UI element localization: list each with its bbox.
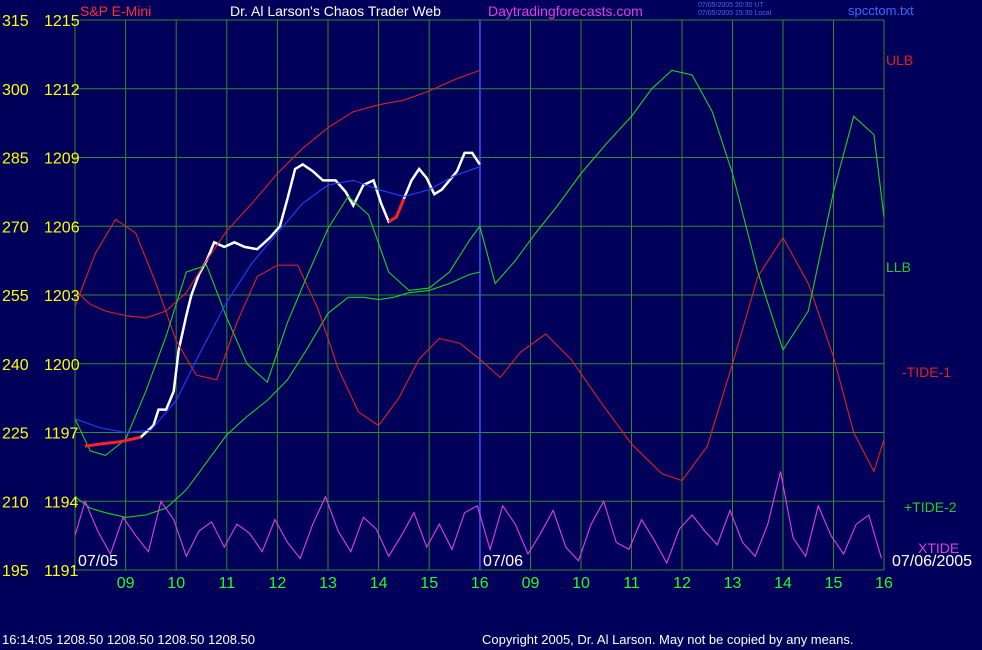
x-tick-label: 14 — [370, 575, 388, 592]
date-label: 07/05 — [78, 553, 118, 570]
legend-ulb: ULB — [886, 52, 913, 68]
x-tick-label: 16 — [875, 575, 893, 592]
legend-tide1: -TIDE-1 — [902, 364, 951, 380]
x-tick-label: 14 — [774, 575, 792, 592]
y-left-tick-label: 195 — [2, 563, 29, 580]
x-tick-label: 11 — [218, 575, 235, 592]
y-left-tick-label: 285 — [2, 151, 29, 168]
y-right-tick-label: 1200 — [44, 357, 80, 374]
y-right-tick-label: 1194 — [44, 494, 79, 511]
date-label: 07/06 — [483, 553, 523, 570]
y-left-tick-label: 255 — [2, 288, 29, 305]
y-left-tick-label: 210 — [2, 494, 29, 511]
x-tick-label: 11 — [623, 575, 640, 592]
y-right-tick-label: 1203 — [44, 288, 80, 305]
x-tick-label: 13 — [724, 575, 742, 592]
legend-xtide: XTIDE — [918, 540, 959, 556]
quote-readout: 16:14:05 1208.50 1208.50 1208.50 1208.50 — [2, 632, 256, 647]
instrument-label: S&P E-Mini — [80, 3, 152, 19]
x-tick-label: 10 — [167, 575, 185, 592]
y-right-tick-label: 1206 — [44, 219, 80, 236]
x-tick-label: 09 — [117, 575, 135, 592]
y-left-tick-label: 240 — [2, 357, 29, 374]
x-tick-label: 16 — [471, 575, 489, 592]
y-right-tick-label: 1191 — [44, 563, 79, 580]
y-right-tick-label: 1209 — [44, 151, 80, 168]
x-tick-label: 15 — [420, 575, 438, 592]
copyright: Copyright 2005, Dr. Al Larson. May not b… — [482, 632, 854, 647]
y-right-tick-label: 1197 — [44, 426, 79, 443]
data-file-label: spcctom.txt — [848, 3, 914, 18]
site-link[interactable]: Daytradingforecasts.com — [488, 3, 643, 19]
x-tick-label: 13 — [319, 575, 337, 592]
x-tick-label: 09 — [522, 575, 540, 592]
y-left-tick-label: 315 — [2, 13, 29, 30]
page-title: Dr. Al Larson's Chaos Trader Web — [230, 3, 441, 19]
legend-tide2: +TIDE-2 — [904, 499, 957, 515]
chart-canvas: 315 1215300 1212285 1209270 1206255 1203240 12… — [0, 0, 982, 650]
timestamp-local: 07/05/2005 15:30 Local — [698, 10, 772, 17]
x-tick-label: 12 — [673, 575, 691, 592]
y-left-tick-label: 225 — [2, 426, 29, 443]
y-left-tick-label: 300 — [2, 82, 29, 99]
y-right-tick-label: 1215 — [44, 13, 80, 30]
timestamp-ut: 07/05/2005 20:30 UT — [698, 2, 764, 9]
x-tick-label: 10 — [572, 575, 590, 592]
y-right-tick-label: 1212 — [44, 82, 80, 99]
x-tick-label: 15 — [825, 575, 843, 592]
x-tick-label: 12 — [269, 575, 287, 592]
legend-llb: LLB — [886, 259, 911, 275]
y-left-tick-label: 270 — [2, 219, 29, 236]
